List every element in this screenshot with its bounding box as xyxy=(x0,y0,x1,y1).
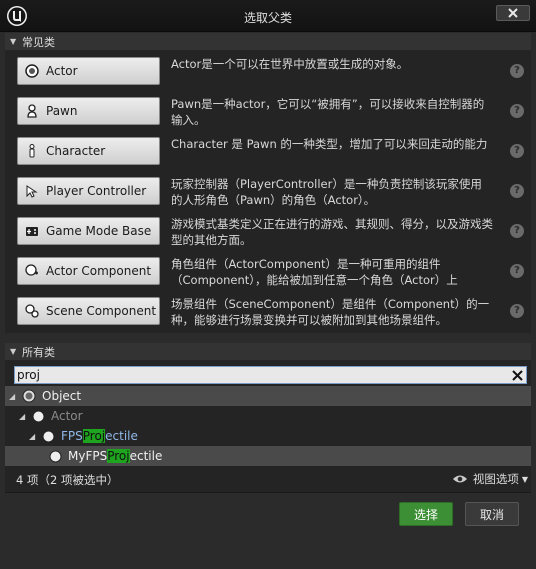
object-class-icon xyxy=(22,389,36,403)
tree-item-label: Actor xyxy=(51,409,83,423)
player-controller-class-button[interactable]: Player Controller xyxy=(17,177,160,205)
item-count-status: 4 项（2 项被选中） xyxy=(16,473,119,487)
help-icon[interactable]: ? xyxy=(510,224,524,238)
help-icon[interactable]: ? xyxy=(510,264,524,278)
common-class-row-scene-component: Scene Component 场景组件（SceneComponent）是组件（… xyxy=(5,290,531,330)
select-button[interactable]: 选择 xyxy=(399,502,453,526)
player-controller-icon xyxy=(24,183,40,199)
help-icon[interactable]: ? xyxy=(510,144,524,158)
window-title: 选取父类 xyxy=(243,11,292,25)
common-class-row-character: Character Character 是 Pawn 的一种类型，增加了可以来回… xyxy=(5,130,531,170)
actor-class-icon xyxy=(32,410,45,423)
tree-item-label: FPSProjectile xyxy=(61,429,138,443)
actor-class-button[interactable]: Actor xyxy=(17,57,160,85)
game-mode-base-class-description: 游戏模式基类定义正在进行的游戏、其规则、得分，以及游戏类型的其他方面。 xyxy=(171,217,493,247)
common-classes-header[interactable]: ▼ 常见类 xyxy=(5,33,531,50)
dropdown-arrow-icon: ▼ xyxy=(521,474,528,484)
help-icon[interactable]: ? xyxy=(510,304,524,318)
all-classes-header[interactable]: ▼ 所有类 xyxy=(5,343,531,360)
actor-component-class-label: Actor Component xyxy=(46,264,152,278)
clear-search-button[interactable] xyxy=(508,367,526,383)
blueprint-class-icon xyxy=(42,430,55,443)
help-icon[interactable]: ? xyxy=(510,104,524,118)
clear-icon xyxy=(511,369,523,381)
close-button[interactable] xyxy=(496,5,530,21)
eye-icon xyxy=(452,475,467,483)
common-class-row-actor-component: Actor Component 角色组件（ActorComponent）是一种可… xyxy=(5,250,531,290)
common-classes-list: Actor Actor是一个可以在世界中放置或生成的对象。 ? Pawn Paw… xyxy=(5,50,531,333)
pawn-class-button[interactable]: Pawn xyxy=(17,97,160,125)
common-class-row-game-mode-base: Game Mode Base 游戏模式基类定义正在进行的游戏、其规则、得分，以及… xyxy=(5,210,531,250)
view-options-label: 视图选项 xyxy=(472,472,519,486)
game-mode-base-class-label: Game Mode Base xyxy=(46,224,152,238)
tree-item-label: MyFPSProjectile xyxy=(68,449,163,463)
view-options-button[interactable]: 视图选项 ▼ xyxy=(452,471,528,487)
expand-arrow-icon[interactable]: ◢ xyxy=(9,392,19,401)
all-classes-title: 所有类 xyxy=(22,345,55,359)
class-search-box xyxy=(14,366,527,384)
common-class-row-actor: Actor Actor是一个可以在世界中放置或生成的对象。 ? xyxy=(5,50,531,90)
actor-class-label: Actor xyxy=(46,64,78,78)
actor-class-description: Actor是一个可以在世界中放置或生成的对象。 xyxy=(171,57,409,71)
tree-item-actor[interactable]: ◢ Actor xyxy=(5,406,531,426)
blueprint-class-icon xyxy=(49,450,62,463)
tree-item-my-fps-projectile[interactable]: MyFPSProjectile xyxy=(5,446,531,466)
player-controller-class-description: 玩家控制器（PlayerController）是一种负责控制该玩家使用的人形角色… xyxy=(171,177,482,207)
class-search-input[interactable] xyxy=(15,367,508,383)
pawn-class-description: Pawn是一种actor，它可以“被拥有”，可以接收来自控制器的输入。 xyxy=(171,97,485,127)
character-icon xyxy=(24,143,40,159)
common-class-row-player-controller: Player Controller 玩家控制器（PlayerController… xyxy=(5,170,531,210)
collapse-arrow-icon: ▼ xyxy=(10,347,17,356)
scene-component-class-button[interactable]: Scene Component xyxy=(17,297,160,325)
actor-component-class-button[interactable]: Actor Component xyxy=(17,257,160,285)
character-class-button[interactable]: Character xyxy=(17,137,160,165)
tree-item-object[interactable]: ◢ Object xyxy=(5,386,531,406)
actor-icon xyxy=(24,63,40,79)
game-mode-icon xyxy=(24,223,40,239)
footer-divider xyxy=(5,492,531,493)
help-icon[interactable]: ? xyxy=(510,64,524,78)
scene-component-class-description: 场景组件（SceneComponent）是组件（Component）的一种，能够… xyxy=(171,297,490,327)
character-class-label: Character xyxy=(46,144,106,158)
pawn-class-label: Pawn xyxy=(46,104,78,118)
common-class-row-pawn: Pawn Pawn是一种actor，它可以“被拥有”，可以接收来自控制器的输入。… xyxy=(5,90,531,130)
scene-component-class-label: Scene Component xyxy=(46,304,157,318)
help-icon[interactable]: ? xyxy=(510,184,524,198)
cancel-button[interactable]: 取消 xyxy=(465,502,519,526)
pawn-icon xyxy=(24,103,40,119)
tree-item-label: Object xyxy=(42,389,82,403)
expand-arrow-icon[interactable]: ◢ xyxy=(19,412,29,421)
expand-arrow-icon[interactable]: ◢ xyxy=(29,432,39,441)
scene-component-icon xyxy=(24,303,40,319)
title-bar: 选取父类 xyxy=(0,0,536,32)
collapse-arrow-icon: ▼ xyxy=(10,37,17,46)
game-mode-base-class-button[interactable]: Game Mode Base xyxy=(17,217,160,245)
actor-component-icon xyxy=(24,263,40,279)
character-class-description: Character 是 Pawn 的一种类型，增加了可以来回走动的能力 xyxy=(171,137,488,151)
close-icon xyxy=(508,8,518,18)
player-controller-class-label: Player Controller xyxy=(46,184,147,198)
actor-component-class-description: 角色组件（ActorComponent）是一种可重用的组件（Component）… xyxy=(171,257,458,287)
tree-item-fps-projectile[interactable]: ◢ FPSProjectile xyxy=(5,426,531,446)
common-classes-title: 常见类 xyxy=(22,35,55,49)
